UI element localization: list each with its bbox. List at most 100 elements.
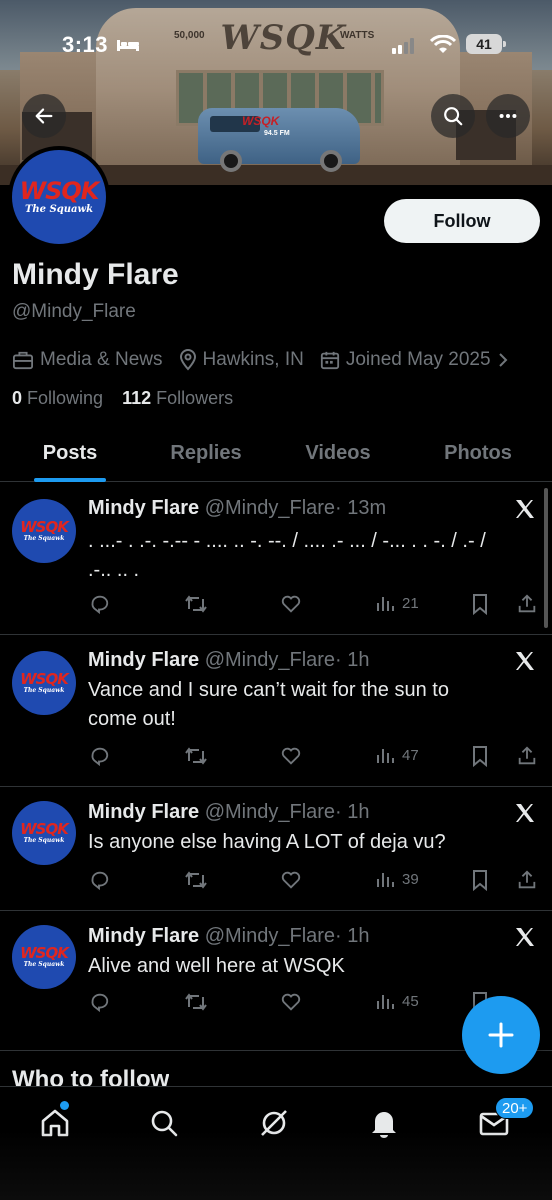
search-icon xyxy=(444,107,463,126)
profile-joined[interactable]: Joined May 2025 xyxy=(320,349,515,371)
battery-tip xyxy=(503,41,506,47)
following-link[interactable]: 0 Following xyxy=(12,388,103,408)
views-icon xyxy=(377,995,394,1009)
wifi-icon xyxy=(430,35,456,53)
logo-sub-text: The Squawk xyxy=(23,961,65,968)
post-text: Alive and well here at WSQK xyxy=(88,955,345,977)
van-wheel xyxy=(320,150,342,172)
like-button[interactable] xyxy=(280,745,302,767)
wsqk-logo: WSQK The Squawk xyxy=(12,925,76,989)
like-button[interactable] xyxy=(280,593,302,615)
plus-icon xyxy=(488,1022,514,1048)
post-item[interactable]: WSQK The Squawk Mindy Flare @Mindy_Flare… xyxy=(0,483,552,635)
post-author-name[interactable]: Mindy Flare xyxy=(88,801,199,823)
calendar-icon xyxy=(320,351,339,370)
battery-indicator: 41 xyxy=(466,34,502,54)
repost-button[interactable] xyxy=(184,869,208,891)
category-label: Media & News xyxy=(40,349,163,370)
reply-button[interactable] xyxy=(88,745,110,767)
search-button[interactable] xyxy=(431,94,475,138)
reply-button[interactable] xyxy=(88,991,110,1013)
views-count: 21 xyxy=(402,594,419,612)
post-header: Mindy Flare @Mindy_Flare· 13m xyxy=(88,497,386,520)
views-count: 39 xyxy=(402,870,419,888)
followers-link[interactable]: 112 Followers xyxy=(122,388,233,408)
post-text: . ...- . .-. -.-- - .... .. -. --. / ...… xyxy=(88,530,486,581)
bookmark-button[interactable] xyxy=(470,869,490,891)
post-time: · 13m xyxy=(335,497,387,519)
like-button[interactable] xyxy=(280,991,302,1013)
repost-icon xyxy=(185,747,207,765)
views-button[interactable]: 45 xyxy=(376,991,419,1011)
like-button[interactable] xyxy=(280,869,302,891)
follow-counts: 0 Following 112 Followers xyxy=(12,388,233,409)
bookmark-button[interactable] xyxy=(470,593,490,615)
reply-button[interactable] xyxy=(88,593,110,615)
scrollbar[interactable] xyxy=(544,488,548,628)
follow-button[interactable]: Follow xyxy=(384,199,540,243)
post-text: Vance and I sure can’t wait for the sun … xyxy=(88,679,449,730)
views-button[interactable]: 39 xyxy=(376,869,419,889)
more-options-button[interactable] xyxy=(486,94,530,138)
compose-post-button[interactable] xyxy=(462,996,540,1074)
views-icon xyxy=(377,873,394,887)
briefcase-icon xyxy=(13,351,33,370)
joined-label: Joined May 2025 xyxy=(345,349,491,370)
profile-location: Hawkins, IN xyxy=(179,349,304,371)
post-author-name[interactable]: Mindy Flare xyxy=(88,649,199,671)
tab-posts[interactable]: Posts xyxy=(0,430,140,481)
display-name: Mindy Flare xyxy=(12,258,179,291)
post-text: Is anyone else having A LOT of deja vu? xyxy=(88,831,446,853)
banner-van: WSQK 94.5 FM xyxy=(198,108,360,172)
views-button[interactable]: 21 xyxy=(376,593,419,613)
repost-button[interactable] xyxy=(184,745,208,767)
post-actions: 47 xyxy=(88,745,538,769)
post-avatar[interactable]: WSQK The Squawk xyxy=(12,801,76,865)
reply-button[interactable] xyxy=(88,869,110,891)
views-button[interactable]: 47 xyxy=(376,745,419,765)
post-avatar[interactable]: WSQK The Squawk xyxy=(12,499,76,563)
logo-main-text: WSQK xyxy=(19,177,100,205)
wsqk-logo: WSQK The Squawk xyxy=(12,801,76,865)
sleep-focus-icon xyxy=(117,40,139,51)
share-button[interactable] xyxy=(516,869,538,891)
van-wheel xyxy=(220,150,242,172)
location-label: Hawkins, IN xyxy=(202,349,304,370)
post-author-name[interactable]: Mindy Flare xyxy=(88,497,199,519)
more-icon xyxy=(499,113,517,119)
wsqk-logo: WSQK The Squawk xyxy=(12,651,76,715)
share-button[interactable] xyxy=(516,593,538,615)
post-actions: 21 xyxy=(88,593,538,617)
profile-tabs: Posts Replies Videos Photos xyxy=(0,430,552,482)
followers-label: Followers xyxy=(156,388,234,408)
chevron-right-icon xyxy=(498,353,507,367)
profile-avatar[interactable]: WSQK The Squawk xyxy=(8,146,110,248)
profile-handle: @Mindy_Flare xyxy=(12,301,136,322)
tab-videos[interactable]: Videos xyxy=(272,430,404,481)
repost-button[interactable] xyxy=(184,593,208,615)
logo-main-text: WSQK xyxy=(20,518,69,536)
bookmark-button[interactable] xyxy=(470,745,490,767)
logo-sub-text: The Squawk xyxy=(23,687,65,694)
logo-main-text: WSQK xyxy=(20,944,69,962)
messages-badge: 20+ xyxy=(495,1097,535,1119)
share-button[interactable] xyxy=(516,745,538,767)
bookmark-icon xyxy=(473,746,487,767)
location-pin-icon xyxy=(179,349,196,371)
post-item[interactable]: WSQK The Squawk Mindy Flare @Mindy_Flare… xyxy=(0,635,552,787)
post-avatar[interactable]: WSQK The Squawk xyxy=(12,651,76,715)
tab-photos[interactable]: Photos xyxy=(404,430,552,481)
x-logo-icon xyxy=(516,500,534,518)
tab-replies[interactable]: Replies xyxy=(140,430,272,481)
home-unread-dot xyxy=(60,1101,69,1110)
back-button[interactable] xyxy=(22,94,66,138)
repost-button[interactable] xyxy=(184,991,208,1013)
post-author-name[interactable]: Mindy Flare xyxy=(88,925,199,947)
heart-icon xyxy=(281,747,301,765)
home-indicator-area xyxy=(0,1130,552,1200)
post-item[interactable]: WSQK The Squawk Mindy Flare @Mindy_Flare… xyxy=(0,787,552,911)
post-avatar[interactable]: WSQK The Squawk xyxy=(12,925,76,989)
repost-icon xyxy=(185,595,207,613)
cellular-signal-icon xyxy=(392,38,414,54)
van-logo: WSQK xyxy=(242,114,280,128)
